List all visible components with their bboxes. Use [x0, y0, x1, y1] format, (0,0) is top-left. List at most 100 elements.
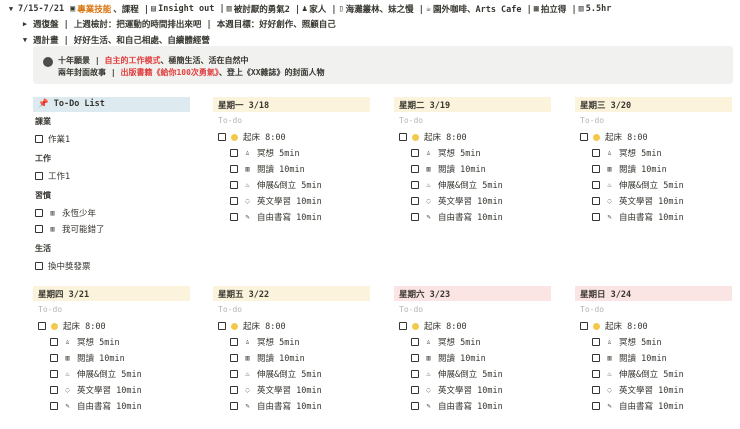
routine-item[interactable]: ▥ 閱讀 10min [575, 161, 732, 177]
checkbox[interactable] [35, 172, 43, 180]
routine-item[interactable]: ♨ 伸展&倒立 5min [575, 366, 732, 382]
wake-item[interactable]: 起床 8:00 [575, 318, 732, 334]
checkbox[interactable] [230, 213, 238, 221]
todo-placeholder[interactable]: To-do [575, 301, 732, 318]
weekly-plan-toggle[interactable]: ▼ 週計畫 | 好好生活、和自己相處、自續體經營 [20, 34, 210, 46]
routine-item[interactable]: ▥ 閱讀 10min [33, 350, 190, 366]
checkbox[interactable] [592, 386, 600, 394]
checkbox[interactable] [580, 133, 588, 141]
routine-item[interactable]: ▥ 閱讀 10min [213, 350, 370, 366]
checkbox[interactable] [50, 370, 58, 378]
checkbox[interactable] [230, 386, 238, 394]
checkbox[interactable] [411, 370, 419, 378]
routine-item[interactable]: ✎ 自由書寫 10min [394, 398, 551, 414]
todo-placeholder[interactable]: To-do [213, 112, 370, 129]
todo-item[interactable]: 工作1 [33, 168, 190, 184]
checkbox[interactable] [50, 354, 58, 362]
checkbox[interactable] [399, 322, 407, 330]
checkbox[interactable] [592, 213, 600, 221]
routine-item[interactable]: ✎ 自由書寫 10min [213, 209, 370, 225]
checkbox[interactable] [218, 133, 226, 141]
wake-item[interactable]: 起床 8:00 [394, 318, 551, 334]
routine-item[interactable]: ♙ 冥想 5min [394, 334, 551, 350]
checkbox[interactable] [50, 386, 58, 394]
checkbox[interactable] [230, 354, 238, 362]
routine-item[interactable]: ✎ 自由書寫 10min [394, 209, 551, 225]
checkbox[interactable] [411, 386, 419, 394]
checkbox[interactable] [411, 354, 419, 362]
routine-item[interactable]: ▥ 閱讀 10min [575, 350, 732, 366]
triangle-right-icon[interactable]: ▶ [20, 20, 30, 28]
checkbox[interactable] [35, 262, 43, 270]
checkbox[interactable] [35, 135, 43, 143]
wake-item[interactable]: 起床 8:00 [33, 318, 190, 334]
checkbox[interactable] [592, 370, 600, 378]
checkbox[interactable] [411, 213, 419, 221]
routine-item[interactable]: ▥ 閱讀 10min [213, 161, 370, 177]
routine-item[interactable]: ✎ 自由書寫 10min [33, 398, 190, 414]
checkbox[interactable] [218, 322, 226, 330]
checkbox[interactable] [230, 402, 238, 410]
checkbox[interactable] [411, 165, 419, 173]
checkbox[interactable] [230, 181, 238, 189]
wake-item[interactable]: 起床 8:00 [213, 129, 370, 145]
routine-item[interactable]: ◌ 英文學習 10min [575, 382, 732, 398]
checkbox[interactable] [230, 149, 238, 157]
wake-item[interactable]: 起床 8:00 [575, 129, 732, 145]
checkbox[interactable] [230, 197, 238, 205]
checkbox[interactable] [592, 402, 600, 410]
checkbox[interactable] [580, 322, 588, 330]
routine-item[interactable]: ◌ 英文學習 10min [213, 382, 370, 398]
routine-item[interactable]: ▥ 閱讀 10min [394, 350, 551, 366]
routine-item[interactable]: ♨ 伸展&倒立 5min [213, 366, 370, 382]
todo-item[interactable]: ▥ 我可能錯了 [33, 221, 190, 237]
checkbox[interactable] [230, 165, 238, 173]
checkbox[interactable] [38, 322, 46, 330]
weekly-review-toggle[interactable]: ▶ 週復盤 | 上週檢討：把運動的時間排出來吧 | 本週目標：好好創作、照顧自己 [20, 18, 336, 30]
checkbox[interactable] [592, 354, 600, 362]
checkbox[interactable] [592, 165, 600, 173]
routine-item[interactable]: ◌ 英文學習 10min [394, 382, 551, 398]
checkbox[interactable] [411, 181, 419, 189]
todo-item[interactable]: 作業1 [33, 131, 190, 147]
checkbox[interactable] [399, 133, 407, 141]
routine-item[interactable]: ♙ 冥想 5min [213, 145, 370, 161]
checkbox[interactable] [592, 181, 600, 189]
todo-placeholder[interactable]: To-do [394, 301, 551, 318]
routine-item[interactable]: ♨ 伸展&倒立 5min [33, 366, 190, 382]
routine-item[interactable]: ◌ 英文學習 10min [213, 193, 370, 209]
checkbox[interactable] [230, 338, 238, 346]
wake-item[interactable]: 起床 8:00 [394, 129, 551, 145]
routine-item[interactable]: ✎ 自由書寫 10min [213, 398, 370, 414]
checkbox[interactable] [411, 402, 419, 410]
todo-placeholder[interactable]: To-do [394, 112, 551, 129]
checkbox[interactable] [50, 338, 58, 346]
routine-item[interactable]: ♨ 伸展&倒立 5min [394, 177, 551, 193]
checkbox[interactable] [592, 149, 600, 157]
checkbox[interactable] [230, 370, 238, 378]
routine-item[interactable]: ◌ 英文學習 10min [394, 193, 551, 209]
triangle-down-icon[interactable]: ▼ [6, 5, 16, 13]
routine-item[interactable]: ♨ 伸展&倒立 5min [575, 177, 732, 193]
routine-item[interactable]: ✎ 自由書寫 10min [575, 209, 732, 225]
triangle-down-icon[interactable]: ▼ [20, 36, 30, 44]
todo-item[interactable]: ▥ 永恆少年 [33, 205, 190, 221]
checkbox[interactable] [592, 338, 600, 346]
checkbox[interactable] [592, 197, 600, 205]
routine-item[interactable]: ✎ 自由書寫 10min [575, 398, 732, 414]
routine-item[interactable]: ♨ 伸展&倒立 5min [394, 366, 551, 382]
routine-item[interactable]: ♙ 冥想 5min [213, 334, 370, 350]
checkbox[interactable] [411, 197, 419, 205]
routine-item[interactable]: ♙ 冥想 5min [394, 145, 551, 161]
todo-placeholder[interactable]: To-do [33, 301, 190, 318]
routine-item[interactable]: ♙ 冥想 5min [33, 334, 190, 350]
todo-placeholder[interactable]: To-do [213, 301, 370, 318]
checkbox[interactable] [411, 149, 419, 157]
routine-item[interactable]: ◌ 英文學習 10min [33, 382, 190, 398]
wake-item[interactable]: 起床 8:00 [213, 318, 370, 334]
todo-item[interactable]: 換中獎發票 [33, 258, 190, 274]
checkbox[interactable] [50, 402, 58, 410]
routine-item[interactable]: ♙ 冥想 5min [575, 334, 732, 350]
routine-item[interactable]: ♨ 伸展&倒立 5min [213, 177, 370, 193]
checkbox[interactable] [35, 225, 43, 233]
